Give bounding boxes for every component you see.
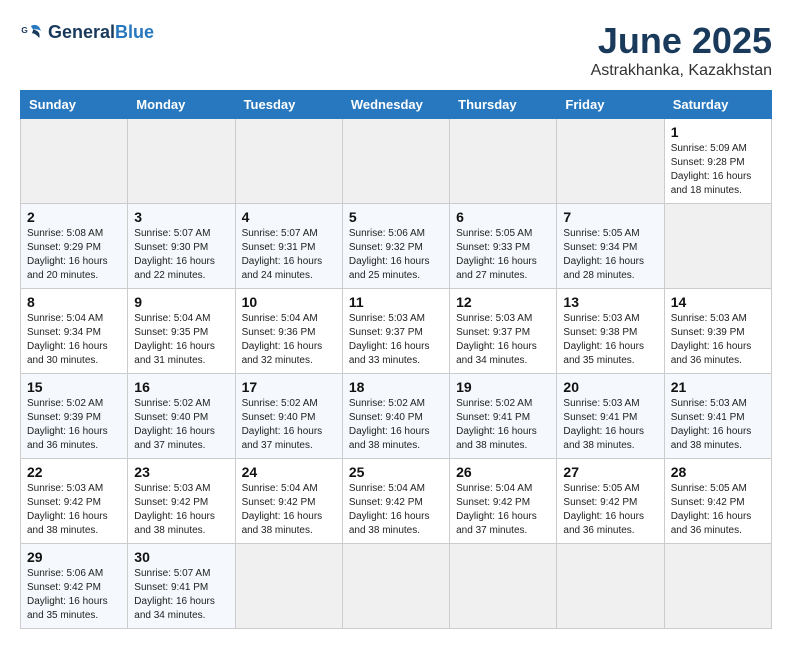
table-row: 13Sunrise: 5:03 AMSunset: 9:38 PMDayligh…	[557, 289, 664, 374]
table-row	[450, 544, 557, 629]
table-row: 10Sunrise: 5:04 AMSunset: 9:36 PMDayligh…	[235, 289, 342, 374]
table-row: 1Sunrise: 5:09 AMSunset: 9:28 PMDaylight…	[664, 119, 771, 204]
header-friday: Friday	[557, 91, 664, 119]
table-row: 23Sunrise: 5:03 AMSunset: 9:42 PMDayligh…	[128, 459, 235, 544]
title-block: June 2025 Astrakhanka, Kazakhstan	[591, 20, 772, 80]
logo-text-general: General	[48, 22, 115, 42]
table-row: 11Sunrise: 5:03 AMSunset: 9:37 PMDayligh…	[342, 289, 449, 374]
table-row: 15Sunrise: 5:02 AMSunset: 9:39 PMDayligh…	[21, 374, 128, 459]
table-row	[664, 204, 771, 289]
table-row	[557, 544, 664, 629]
week-row: 22Sunrise: 5:03 AMSunset: 9:42 PMDayligh…	[21, 459, 772, 544]
calendar-table: Sunday Monday Tuesday Wednesday Thursday…	[20, 90, 772, 629]
table-row: 2Sunrise: 5:08 AMSunset: 9:29 PMDaylight…	[21, 204, 128, 289]
table-row: 14Sunrise: 5:03 AMSunset: 9:39 PMDayligh…	[664, 289, 771, 374]
week-row: 8Sunrise: 5:04 AMSunset: 9:34 PMDaylight…	[21, 289, 772, 374]
weekday-header-row: Sunday Monday Tuesday Wednesday Thursday…	[21, 91, 772, 119]
table-row: 27Sunrise: 5:05 AMSunset: 9:42 PMDayligh…	[557, 459, 664, 544]
table-row	[342, 544, 449, 629]
table-row	[21, 119, 128, 204]
table-row	[557, 119, 664, 204]
table-row: 22Sunrise: 5:03 AMSunset: 9:42 PMDayligh…	[21, 459, 128, 544]
table-row: 25Sunrise: 5:04 AMSunset: 9:42 PMDayligh…	[342, 459, 449, 544]
week-row: 29Sunrise: 5:06 AMSunset: 9:42 PMDayligh…	[21, 544, 772, 629]
table-row: 5Sunrise: 5:06 AMSunset: 9:32 PMDaylight…	[342, 204, 449, 289]
week-row: 15Sunrise: 5:02 AMSunset: 9:39 PMDayligh…	[21, 374, 772, 459]
table-row: 12Sunrise: 5:03 AMSunset: 9:37 PMDayligh…	[450, 289, 557, 374]
logo-icon: G	[20, 20, 44, 44]
table-row: 9Sunrise: 5:04 AMSunset: 9:35 PMDaylight…	[128, 289, 235, 374]
table-row: 16Sunrise: 5:02 AMSunset: 9:40 PMDayligh…	[128, 374, 235, 459]
table-row: 6Sunrise: 5:05 AMSunset: 9:33 PMDaylight…	[450, 204, 557, 289]
month-title: June 2025	[591, 20, 772, 62]
table-row: 18Sunrise: 5:02 AMSunset: 9:40 PMDayligh…	[342, 374, 449, 459]
table-row: 3Sunrise: 5:07 AMSunset: 9:30 PMDaylight…	[128, 204, 235, 289]
table-row: 20Sunrise: 5:03 AMSunset: 9:41 PMDayligh…	[557, 374, 664, 459]
table-row: 8Sunrise: 5:04 AMSunset: 9:34 PMDaylight…	[21, 289, 128, 374]
svg-text:G: G	[21, 25, 28, 35]
logo-text-blue: Blue	[115, 22, 154, 42]
header-tuesday: Tuesday	[235, 91, 342, 119]
table-row	[235, 544, 342, 629]
table-row	[342, 119, 449, 204]
table-row: 30Sunrise: 5:07 AMSunset: 9:41 PMDayligh…	[128, 544, 235, 629]
table-row	[450, 119, 557, 204]
header-monday: Monday	[128, 91, 235, 119]
table-row: 19Sunrise: 5:02 AMSunset: 9:41 PMDayligh…	[450, 374, 557, 459]
week-row: 2Sunrise: 5:08 AMSunset: 9:29 PMDaylight…	[21, 204, 772, 289]
week-row: 1Sunrise: 5:09 AMSunset: 9:28 PMDaylight…	[21, 119, 772, 204]
table-row: 4Sunrise: 5:07 AMSunset: 9:31 PMDaylight…	[235, 204, 342, 289]
location-title: Astrakhanka, Kazakhstan	[591, 62, 772, 80]
table-row	[235, 119, 342, 204]
header: G GeneralBlue June 2025 Astrakhanka, Kaz…	[20, 20, 772, 80]
logo: G GeneralBlue	[20, 20, 154, 44]
logo-wordmark: GeneralBlue	[48, 22, 154, 43]
header-wednesday: Wednesday	[342, 91, 449, 119]
header-saturday: Saturday	[664, 91, 771, 119]
table-row: 7Sunrise: 5:05 AMSunset: 9:34 PMDaylight…	[557, 204, 664, 289]
table-row: 26Sunrise: 5:04 AMSunset: 9:42 PMDayligh…	[450, 459, 557, 544]
table-row: 21Sunrise: 5:03 AMSunset: 9:41 PMDayligh…	[664, 374, 771, 459]
table-row	[128, 119, 235, 204]
table-row: 24Sunrise: 5:04 AMSunset: 9:42 PMDayligh…	[235, 459, 342, 544]
table-row: 17Sunrise: 5:02 AMSunset: 9:40 PMDayligh…	[235, 374, 342, 459]
table-row: 29Sunrise: 5:06 AMSunset: 9:42 PMDayligh…	[21, 544, 128, 629]
table-row: 28Sunrise: 5:05 AMSunset: 9:42 PMDayligh…	[664, 459, 771, 544]
header-thursday: Thursday	[450, 91, 557, 119]
table-row	[664, 544, 771, 629]
header-sunday: Sunday	[21, 91, 128, 119]
